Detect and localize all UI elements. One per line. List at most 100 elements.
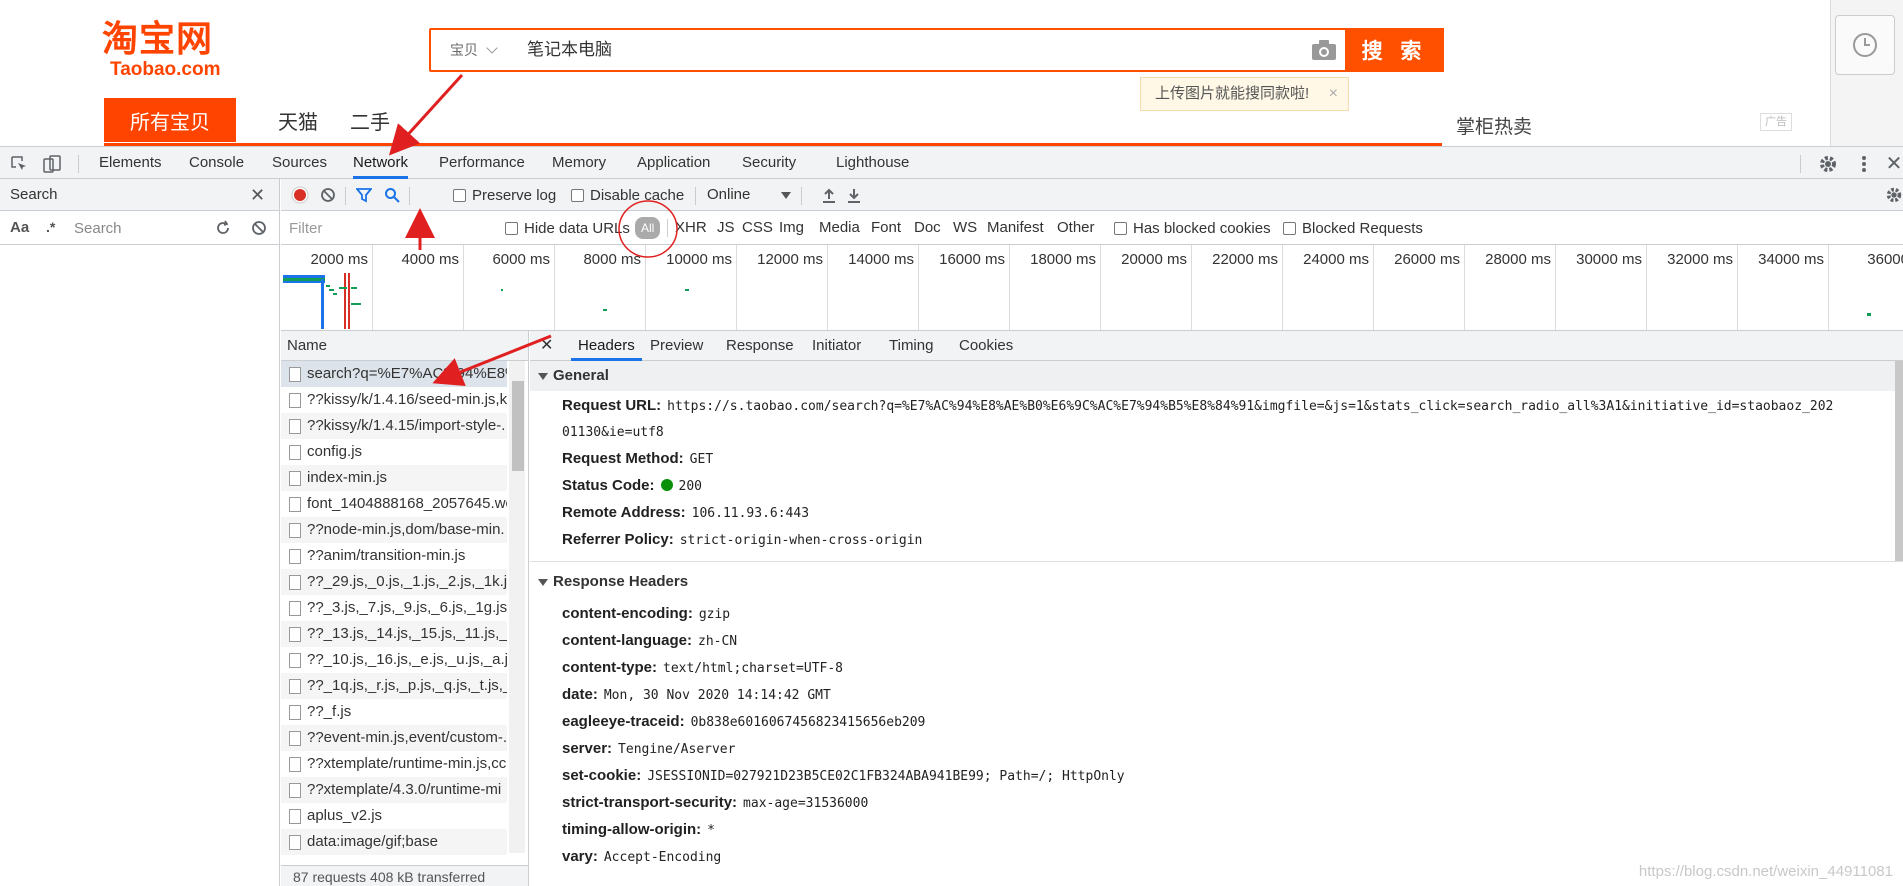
record-icon[interactable] [291,186,309,204]
scrollbar-thumb[interactable] [512,381,524,471]
tab-memory[interactable]: Memory [552,147,606,179]
blocked-requests-checkbox[interactable]: Blocked Requests [1283,211,1423,245]
request-row[interactable]: ??xtemplate/runtime-min.js,cc [281,751,507,777]
tab-sources[interactable]: Sources [272,147,327,179]
request-row[interactable]: ??node-min.js,dom/base-min. [281,517,507,543]
tab-headers[interactable]: Headers [571,331,642,361]
tab-timing[interactable]: Timing [889,331,933,361]
request-list-scrollbar[interactable] [509,361,525,853]
request-row[interactable]: search?q=%E7%AC%94%E8% [281,361,507,387]
request-row[interactable]: ??kissy/k/1.4.15/import-style-. [281,413,507,439]
header-row: content-language: zh-CN [562,632,738,649]
request-row[interactable]: font_1404888168_2057645.wc [281,491,507,517]
close-devtools-icon[interactable]: ✕ [1886,152,1903,175]
hide-data-urls-checkbox[interactable]: Hide data URLs [505,211,630,245]
request-row[interactable]: ??_1q.js,_r.js,_p.js,_q.js,_t.js,_b.js [281,673,507,699]
request-row[interactable]: ??xtemplate/4.3.0/runtime-mi [281,777,507,803]
filter-type-doc[interactable]: Doc [914,211,941,245]
tab-tmall[interactable]: 天猫 [258,98,338,142]
details-scrollbar[interactable] [1895,361,1903,561]
request-row[interactable]: ??_10.js,_16.js,_e.js,_u.js,_a.js,_1 [281,647,507,673]
file-icon [289,704,301,720]
filter-type-img[interactable]: Img [779,211,804,245]
filter-input[interactable] [285,217,489,239]
request-row[interactable]: ??anim/transition-min.js [281,543,507,569]
request-name: ??_29.js,_0.js,_1.js,_2.js,_1k.js,_1 [307,573,507,590]
tab-lighthouse[interactable]: Lighthouse [836,147,909,179]
throttling-select[interactable]: Online [707,179,750,211]
request-row[interactable]: ??_f.js [281,699,507,725]
close-icon[interactable]: ✕ [540,331,553,361]
request-row[interactable]: ??event-min.js,event/custom-. [281,725,507,751]
search-icon[interactable] [383,186,401,204]
request-row[interactable]: ??_13.js,_14.js,_15.js,_11.js,_1b. [281,621,507,647]
file-icon [289,366,301,382]
request-row[interactable]: aplus_v2.js [281,803,507,829]
request-row[interactable]: index-min.js [281,465,507,491]
history-button[interactable] [1835,15,1895,75]
request-row[interactable]: ??_29.js,_0.js,_1.js,_2.js,_1k.js,_1 [281,569,507,595]
request-row[interactable]: data:image/gif;base [281,829,507,855]
checkbox-box [453,188,466,202]
more-options-icon[interactable] [1858,154,1870,174]
tab-security[interactable]: Security [742,147,796,179]
tab-preview[interactable]: Preview [650,331,703,361]
tab-response[interactable]: Response [726,331,794,361]
request-row[interactable]: ??kissy/k/1.4.16/seed-min.js,k. [281,387,507,413]
search-input[interactable]: 笔记本电脑 [527,30,612,70]
tab-elements[interactable]: Elements [99,147,162,179]
search-type-dropdown[interactable]: 宝贝 [431,30,515,70]
tab-performance[interactable]: Performance [439,147,525,179]
clear-icon[interactable] [250,219,268,237]
disable-cache-checkbox[interactable]: Disable cache [571,179,684,211]
import-har-icon[interactable] [821,186,837,204]
filter-type-font[interactable]: Font [871,211,901,245]
search-pane-input[interactable] [70,217,208,239]
refresh-icon[interactable] [214,219,232,237]
filter-type-js[interactable]: JS [717,211,735,245]
settings-gear-icon[interactable] [1818,154,1838,174]
close-icon[interactable]: ✕ [250,185,265,206]
tab-network[interactable]: Network [353,147,409,179]
tab-initiator[interactable]: Initiator [812,331,861,361]
request-row[interactable]: config.js [281,439,507,465]
filter-icon[interactable] [355,186,373,204]
inspect-element-icon[interactable] [10,155,28,173]
regex-button[interactable]: .* [46,219,55,235]
request-row[interactable]: ??_3.js,_7.js,_9.js,_6.js,_1g.js,_s.j [281,595,507,621]
request-list: Name search?q=%E7%AC%94%E8% ??kissy/k/1.… [281,331,529,886]
request-details: ✕ Headers Preview Response Initiator Tim… [530,331,1903,886]
match-case-button[interactable]: Aa [10,219,29,236]
close-icon[interactable]: × [1329,78,1338,110]
general-section-header[interactable]: General [530,361,1903,391]
filter-type-css[interactable]: CSS [742,211,773,245]
file-icon [289,782,301,798]
tab-application[interactable]: Application [637,147,710,179]
ad-badge: 广告 [1760,113,1792,131]
export-har-icon[interactable] [846,186,862,204]
filter-type-all[interactable]: All [635,217,661,239]
network-overview-timeline[interactable]: 2000 ms 4000 ms 6000 ms 8000 ms 10000 ms… [281,245,1903,331]
preserve-log-checkbox[interactable]: Preserve log [453,179,556,211]
tab-second-hand[interactable]: 二手 [340,98,400,142]
taobao-logo[interactable]: 淘宝网 Taobao.com [102,18,242,82]
device-toolbar-icon[interactable] [42,154,62,174]
tab-all-items[interactable]: 所有宝贝 [104,98,236,142]
response-headers-section-header[interactable]: Response Headers [530,567,1903,597]
tab-cookies[interactable]: Cookies [959,331,1013,361]
has-blocked-cookies-checkbox[interactable]: Has blocked cookies [1114,211,1271,245]
search-pane: Search ✕ Aa .* [0,179,280,886]
filter-type-other[interactable]: Other [1057,211,1095,245]
clear-log-icon[interactable] [319,186,337,204]
filter-type-xhr[interactable]: XHR [675,211,707,245]
filter-type-ws[interactable]: WS [953,211,977,245]
tab-console[interactable]: Console [189,147,244,179]
network-settings-gear-icon[interactable] [1885,186,1903,204]
search-button[interactable]: 搜 索 [1345,28,1444,72]
filter-type-media[interactable]: Media [819,211,860,245]
camera-icon[interactable] [1311,39,1337,61]
file-icon [289,574,301,590]
filter-type-manifest[interactable]: Manifest [987,211,1044,245]
name-column-header[interactable]: Name [281,331,528,361]
timeline-bars [283,273,1871,329]
